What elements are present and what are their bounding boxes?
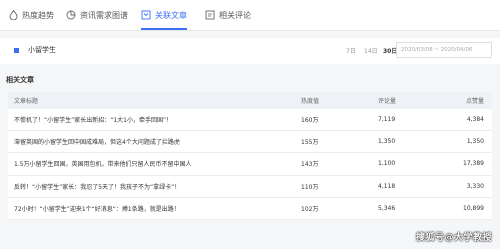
tab-label: 热度趋势 <box>22 10 54 20</box>
keyword-label: 小留学生 <box>28 46 56 54</box>
date-range-picker[interactable]: 2020/03/08 ~ 2020/04/06 <box>396 42 492 58</box>
article-title[interactable]: 反转！“小留学生”家长：我忍了5天了！我孩子不为“拿绿卡”！ <box>14 182 180 191</box>
flame-icon <box>8 10 18 20</box>
tab-bar: 热度趋势 资讯需求图谱 关联文章 相关评论 <box>0 0 500 31</box>
heat-value: 143万 <box>301 161 319 169</box>
article-title[interactable]: 1.5万小留学生回国，英国用包机，带来他们只留人民币不留中国人 <box>14 159 192 168</box>
graph-icon <box>66 10 76 20</box>
range-7d[interactable]: 7日 <box>346 46 356 55</box>
watermark: 搜狐号@大学教授 <box>415 233 492 243</box>
comment-count: 5,346 <box>378 204 396 212</box>
heat-value: 160万 <box>301 117 319 125</box>
header-comments[interactable]: 评论量 <box>378 96 396 105</box>
tab-label: 关联文章 <box>155 10 187 20</box>
like-count: 17,389 <box>463 160 484 168</box>
heat-value: 102万 <box>301 205 319 213</box>
tab-heat-trend[interactable]: 热度趋势 <box>8 0 54 30</box>
table-row[interactable]: 1.5万小留学生回国，英国用包机，带来他们只留人民币不留中国人 143万 1,1… <box>8 153 492 176</box>
table-header: 文章标题 热度值 评论量 点赞量 <box>8 92 492 109</box>
date-range-value: 2020/03/08 ~ 2020/04/06 <box>401 47 473 53</box>
section-title: 相关文章 <box>6 76 34 84</box>
tab-related-articles[interactable]: 关联文章 <box>141 0 187 30</box>
comment-count: 1,100 <box>378 160 396 168</box>
heat-value: 155万 <box>301 139 319 147</box>
table-row[interactable]: 不慌机了！“小留学生”家长出新招：“1大1小，牵手回国”！ 160万 7,119… <box>8 109 492 132</box>
articles-table: 文章标题 热度值 评论量 点赞量 不慌机了！“小留学生”家长出新招：“1大1小，… <box>8 92 492 220</box>
range-14d[interactable]: 14日 <box>364 46 378 55</box>
keyword-marker <box>14 48 19 53</box>
like-count: 10,899 <box>463 204 484 212</box>
tab-news-graph[interactable]: 资讯需求图谱 <box>66 0 128 30</box>
article-title[interactable]: 不慌机了！“小留学生”家长出新招：“1大1小，牵手回国”！ <box>14 115 172 124</box>
comment-count: 7,119 <box>378 116 396 124</box>
article-icon <box>141 10 151 20</box>
table-row[interactable]: 72小时！“小留学生”迎来1个“好消息”：搏1条路，就是出路！ 102万 5,3… <box>8 198 492 220</box>
article-title[interactable]: 滞留英国的小留学生回中国成难局，但这4个大问题成了拦路虎 <box>14 137 180 146</box>
like-count: 4,384 <box>466 116 484 124</box>
table-row[interactable]: 反转！“小留学生”家长：我忍了5天了！我孩子不为“拿绿卡”！ 110万 4,11… <box>8 176 492 198</box>
tab-label: 相关评论 <box>219 10 251 20</box>
comment-count: 1,350 <box>378 138 396 146</box>
comment-count: 4,118 <box>378 182 396 190</box>
header-heat[interactable]: 热度值 <box>301 96 319 105</box>
filter-bar: 小留学生 7日 14日 30日 2020/03/08 ~ 2020/04/06 <box>0 38 500 64</box>
heat-value: 110万 <box>301 183 319 191</box>
header-title: 文章标题 <box>14 98 39 105</box>
tab-related-comments[interactable]: 相关评论 <box>205 0 251 30</box>
like-count: 1,350 <box>466 138 484 146</box>
tab-label: 资讯需求图谱 <box>80 10 128 20</box>
table-row[interactable]: 滞留英国的小留学生回中国成难局，但这4个大问题成了拦路虎 155万 1,350 … <box>8 131 492 154</box>
header-likes[interactable]: 点赞量 <box>466 96 484 105</box>
like-count: 3,330 <box>466 182 484 190</box>
comment-icon <box>205 10 215 20</box>
article-title[interactable]: 72小时！“小留学生”迎来1个“好消息”：搏1条路，就是出路！ <box>14 204 180 213</box>
